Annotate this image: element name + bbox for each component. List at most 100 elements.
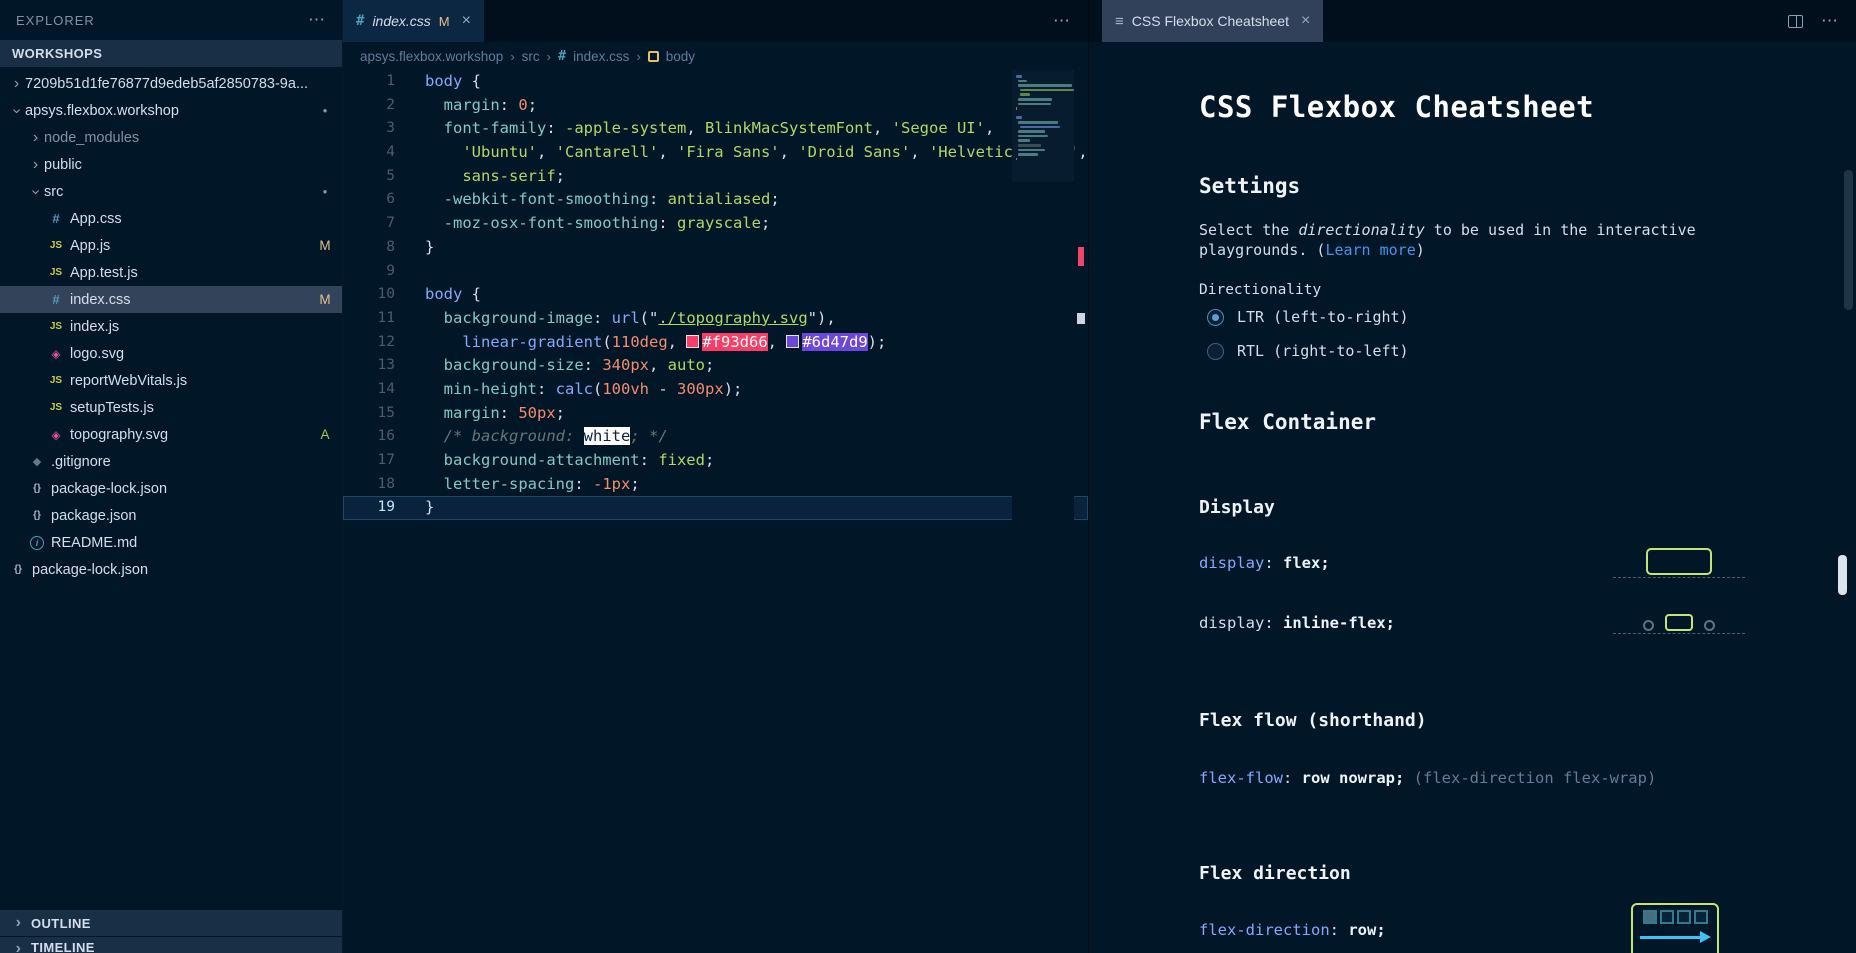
token-cmt: ; */: [630, 427, 667, 445]
file-label: setupTests.js: [70, 400, 334, 416]
token-fg: :: [649, 190, 668, 208]
code-line-9[interactable]: 9: [343, 260, 1088, 284]
tree-item-logo-svg[interactable]: ◈logo.svg: [0, 340, 342, 367]
code-line-3[interactable]: 3 font-family: -apple-system, BlinkMacSy…: [343, 117, 1088, 141]
close-icon[interactable]: ×: [1301, 12, 1310, 30]
code-text: min-height: calc(100vh - 300px);: [395, 378, 1088, 402]
tab-index-css[interactable]: # index.css M ×: [343, 0, 484, 42]
css-file-icon: #: [46, 292, 66, 307]
sidebar-header: EXPLORER ⋯: [0, 0, 342, 40]
more-actions-icon[interactable]: ⋯: [1053, 11, 1070, 31]
tree-item-public[interactable]: ›public: [0, 151, 342, 178]
tree-item-gitignore[interactable]: ◆.gitignore: [0, 448, 342, 475]
minimap[interactable]: [1012, 70, 1074, 953]
token-fg: (: [593, 380, 602, 398]
code-line-17[interactable]: 17 background-attachment: fixed;: [343, 449, 1088, 473]
split-editor-icon[interactable]: [1788, 15, 1803, 28]
tree-item-readme-md[interactable]: iREADME.md: [0, 529, 342, 556]
close-icon[interactable]: ×: [462, 12, 471, 30]
token-val: 'Droid Sans': [798, 143, 910, 161]
code-line-15[interactable]: 15 margin: 50px;: [343, 402, 1088, 426]
flex-flow-heading: Flex flow (shorthand): [1199, 710, 1427, 731]
inline-item-circle: [1643, 620, 1654, 631]
tab-css-flexbox-cheatsheet[interactable]: ≡ CSS Flexbox Cheatsheet ×: [1102, 0, 1323, 42]
tree-item-package-json[interactable]: {}package.json: [0, 502, 342, 529]
tree-item-app-js[interactable]: JSApp.jsM: [0, 232, 342, 259]
radio-label[interactable]: RTL (right-to-left): [1237, 342, 1409, 360]
flex-flow-property-link[interactable]: flex-flow: [1199, 769, 1283, 787]
code-line-10[interactable]: 10body {: [343, 283, 1088, 307]
learn-more-link[interactable]: Learn more: [1325, 241, 1415, 259]
radio-rtl[interactable]: RTL (right-to-left): [1207, 342, 1409, 360]
desc-text: Select the: [1199, 221, 1298, 239]
tree-item-reportwebvitals-js[interactable]: JSreportWebVitals.js: [0, 367, 342, 394]
token-fg: ;: [528, 96, 537, 114]
radio-label[interactable]: LTR (left-to-right): [1237, 308, 1409, 326]
token-num: 340px: [602, 356, 649, 374]
token-fg: ,: [910, 143, 929, 161]
token-fg: :: [537, 380, 556, 398]
code-text: background-size: 340px, auto;: [395, 354, 1088, 378]
token-num: 100vh: [602, 380, 649, 398]
token-prop: min-height: [444, 380, 537, 398]
tree-item-index-css[interactable]: #index.cssM: [0, 286, 342, 313]
token-fg: :: [574, 475, 593, 493]
tree-item-src[interactable]: ›src●: [0, 178, 342, 205]
sidebar-more-icon[interactable]: ⋯: [308, 10, 326, 30]
code-editor[interactable]: 1body {2 margin: 0;3 font-family: -apple…: [343, 70, 1088, 953]
token-swr: [686, 335, 699, 348]
code-line-19[interactable]: 19}: [343, 496, 1088, 520]
code-line-13[interactable]: 13 background-size: 340px, auto;: [343, 354, 1088, 378]
radio-button[interactable]: [1207, 343, 1224, 360]
code-line-4[interactable]: 4 'Ubuntu', 'Cantarell', 'Fira Sans', 'D…: [343, 141, 1088, 165]
tree-item-package-lock-json[interactable]: {}package-lock.json: [0, 475, 342, 502]
code-line-7[interactable]: 7 -moz-osx-font-smoothing: grayscale;: [343, 212, 1088, 236]
code-line-12[interactable]: 12 linear-gradient(110deg, #f93d66, #6d4…: [343, 331, 1088, 355]
git-badge-M: M: [316, 292, 334, 307]
code-line-14[interactable]: 14 min-height: calc(100vh - 300px);: [343, 378, 1088, 402]
tree-item-setuptests-js[interactable]: JSsetupTests.js: [0, 394, 342, 421]
tree-item-index-js[interactable]: JSindex.js: [0, 313, 342, 340]
token-ws: [425, 404, 444, 422]
code-line-16[interactable]: 16 /* background: white; */: [343, 425, 1088, 449]
flex-direction-property-link[interactable]: flex-direction: [1199, 921, 1330, 939]
modified-dot: ●: [316, 187, 334, 196]
tree-item-node-modules[interactable]: ›node_modules: [0, 124, 342, 151]
breadcrumb-folder[interactable]: src: [522, 49, 540, 64]
flex-illustration: [1613, 547, 1745, 578]
section-outline[interactable]: › OUTLINE: [0, 909, 342, 936]
display-property-link[interactable]: display: [1199, 554, 1264, 572]
code-line-5[interactable]: 5 sans-serif;: [343, 165, 1088, 189]
tree-item-app-css[interactable]: #App.css: [0, 205, 342, 232]
tree-item-package-lock-json[interactable]: {}package-lock.json: [0, 556, 342, 583]
token-fn: linear-gradient: [462, 333, 602, 351]
section-workshops[interactable]: WORKSHOPS: [0, 40, 342, 67]
code-text: font-family: -apple-system, BlinkMacSyst…: [395, 117, 1088, 141]
breadcrumb-file[interactable]: index.css: [573, 49, 629, 64]
token-fg: ;: [556, 404, 565, 422]
breadcrumb-root[interactable]: apsys.flexbox.workshop: [360, 49, 503, 64]
more-actions-icon[interactable]: ⋯: [1821, 11, 1838, 31]
line-number: 9: [343, 260, 395, 284]
code-line-2[interactable]: 2 margin: 0;: [343, 94, 1088, 118]
webview-scrollbar-thumb[interactable]: [1838, 555, 1847, 595]
tree-item-topography-svg[interactable]: ◈topography.svgA: [0, 421, 342, 448]
tree-item-app-test-js[interactable]: JSApp.test.js: [0, 259, 342, 286]
code-line-6[interactable]: 6 -webkit-font-smoothing: antialiased;: [343, 188, 1088, 212]
scrollbar-thumb[interactable]: [1844, 170, 1853, 310]
token-val: grayscale: [677, 214, 761, 232]
tree-item-7209b51d1fe76877d9edeb5af2850783-9a[interactable]: ›7209b51d1fe76877d9edeb5af2850783-9a...: [0, 70, 342, 97]
code-line-1[interactable]: 1body {: [343, 70, 1088, 94]
css-rule-symbol-icon: [648, 51, 659, 62]
code-line-18[interactable]: 18 letter-spacing: -1px;: [343, 473, 1088, 497]
radio-ltr[interactable]: LTR (left-to-right): [1207, 308, 1409, 326]
breadcrumb-symbol[interactable]: body: [666, 49, 695, 64]
file-label: package-lock.json: [51, 481, 334, 497]
section-timeline[interactable]: › TIMELINE: [0, 936, 342, 953]
token-fg: ;: [761, 214, 770, 232]
chevron-down-icon: ›: [8, 102, 26, 119]
code-line-8[interactable]: 8}: [343, 236, 1088, 260]
tree-item-apsys-flexbox-workshop[interactable]: ›apsys.flexbox.workshop●: [0, 97, 342, 124]
radio-button-checked[interactable]: [1207, 309, 1224, 326]
code-line-11[interactable]: 11 background-image: url("./topography.s…: [343, 307, 1088, 331]
